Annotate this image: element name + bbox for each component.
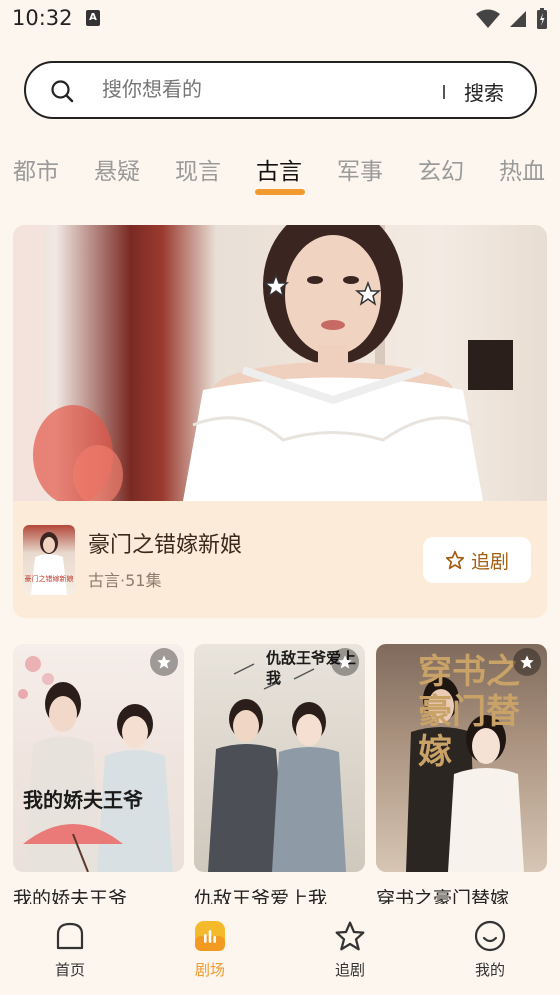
drama-poster[interactable]: 我的娇夫王爷: [13, 644, 184, 872]
tab-xianyan[interactable]: 现言: [175, 152, 221, 186]
wifi-icon: [476, 9, 500, 28]
tab-rexue[interactable]: 热血: [499, 152, 545, 186]
nav-label: 追剧: [334, 961, 365, 979]
tab-xuanyi[interactable]: 悬疑: [94, 152, 140, 186]
bottom-nav: 首页 剧场 追剧 我的: [0, 905, 560, 995]
drama-card[interactable]: 我的娇夫王爷 我的娇夫王爷: [13, 644, 184, 904]
follow-label: 追剧: [470, 550, 509, 573]
drama-poster[interactable]: 穿书之豪门替嫁: [376, 644, 547, 872]
active-tab-indicator: [255, 189, 305, 195]
battery-icon: [537, 8, 547, 29]
drama-card[interactable]: 仇敌王爷爱上我 仇敌王爷爱上我: [194, 644, 365, 904]
favorite-star-button[interactable]: [150, 648, 178, 676]
tab-guyan[interactable]: 古言: [256, 152, 302, 186]
nav-item-home[interactable]: 首页: [30, 919, 110, 980]
favorite-star-button[interactable]: [513, 648, 541, 676]
category-tabs: 都市 悬疑 现言 古言 军事 玄幻 热血: [0, 152, 560, 200]
nav-label: 我的: [474, 961, 505, 979]
search-icon: [51, 80, 74, 103]
featured-image[interactable]: [13, 225, 547, 501]
nav-label: 首页: [54, 961, 85, 979]
theater-icon: [195, 921, 225, 951]
drama-poster[interactable]: 仇敌王爷爱上我: [194, 644, 365, 872]
tab-dushi[interactable]: 都市: [13, 152, 59, 186]
featured-meta: 古言·51集: [88, 571, 162, 590]
search-input[interactable]: [102, 77, 432, 101]
tab-xuanhuan[interactable]: 玄幻: [418, 152, 464, 186]
thumbnail-caption: 豪门之错嫁新娘: [25, 574, 74, 583]
drama-card[interactable]: 穿书之豪门替嫁 穿书之豪门替嫁: [376, 644, 547, 904]
featured-thumbnail[interactable]: 豪门之错嫁新娘: [23, 525, 75, 595]
drama-title[interactable]: 我的娇夫王爷: [13, 884, 184, 904]
nav-item-theater[interactable]: 剧场: [170, 919, 250, 980]
star-icon: [338, 655, 352, 669]
notification-icon: A: [86, 10, 100, 26]
drama-grid: 我的娇夫王爷 我的娇夫王爷 仇敌王爷爱上我 仇敌王爷爱上我 穿书之豪门替嫁 穿书…: [0, 644, 560, 904]
profile-icon: [474, 920, 506, 952]
star-icon: [520, 655, 534, 669]
featured-info: 豪门之错嫁新娘 豪门之错嫁新娘 古言·51集 追剧: [13, 501, 547, 618]
featured-title[interactable]: 豪门之错嫁新娘: [88, 527, 242, 559]
follow-button[interactable]: 追剧: [423, 537, 531, 583]
featured-illustration: [13, 225, 513, 501]
featured-card[interactable]: 豪门之错嫁新娘 豪门之错嫁新娘 古言·51集 追剧: [13, 225, 547, 618]
status-icons: [476, 8, 548, 30]
status-bar: 10:32 A: [0, 0, 560, 40]
signal-icon: [510, 11, 526, 27]
nav-item-profile[interactable]: 我的: [450, 919, 530, 980]
star-icon: [157, 655, 171, 669]
star-outline-icon: [445, 550, 465, 570]
poster-caption: 我的娇夫王爷: [23, 788, 143, 812]
drama-title[interactable]: 穿书之豪门替嫁: [376, 884, 547, 904]
search-divider: [443, 85, 445, 99]
home-icon: [56, 922, 84, 950]
nav-label: 剧场: [194, 961, 225, 979]
search-button[interactable]: 搜索: [464, 77, 504, 106]
tab-junshi[interactable]: 军事: [337, 152, 383, 186]
star-icon: [335, 921, 365, 951]
search-bar[interactable]: 搜索: [24, 61, 537, 119]
drama-title[interactable]: 仇敌王爷爱上我: [194, 884, 365, 904]
status-time: 10:32: [12, 6, 73, 30]
nav-item-follow[interactable]: 追剧: [310, 919, 390, 980]
favorite-star-button[interactable]: [331, 648, 359, 676]
